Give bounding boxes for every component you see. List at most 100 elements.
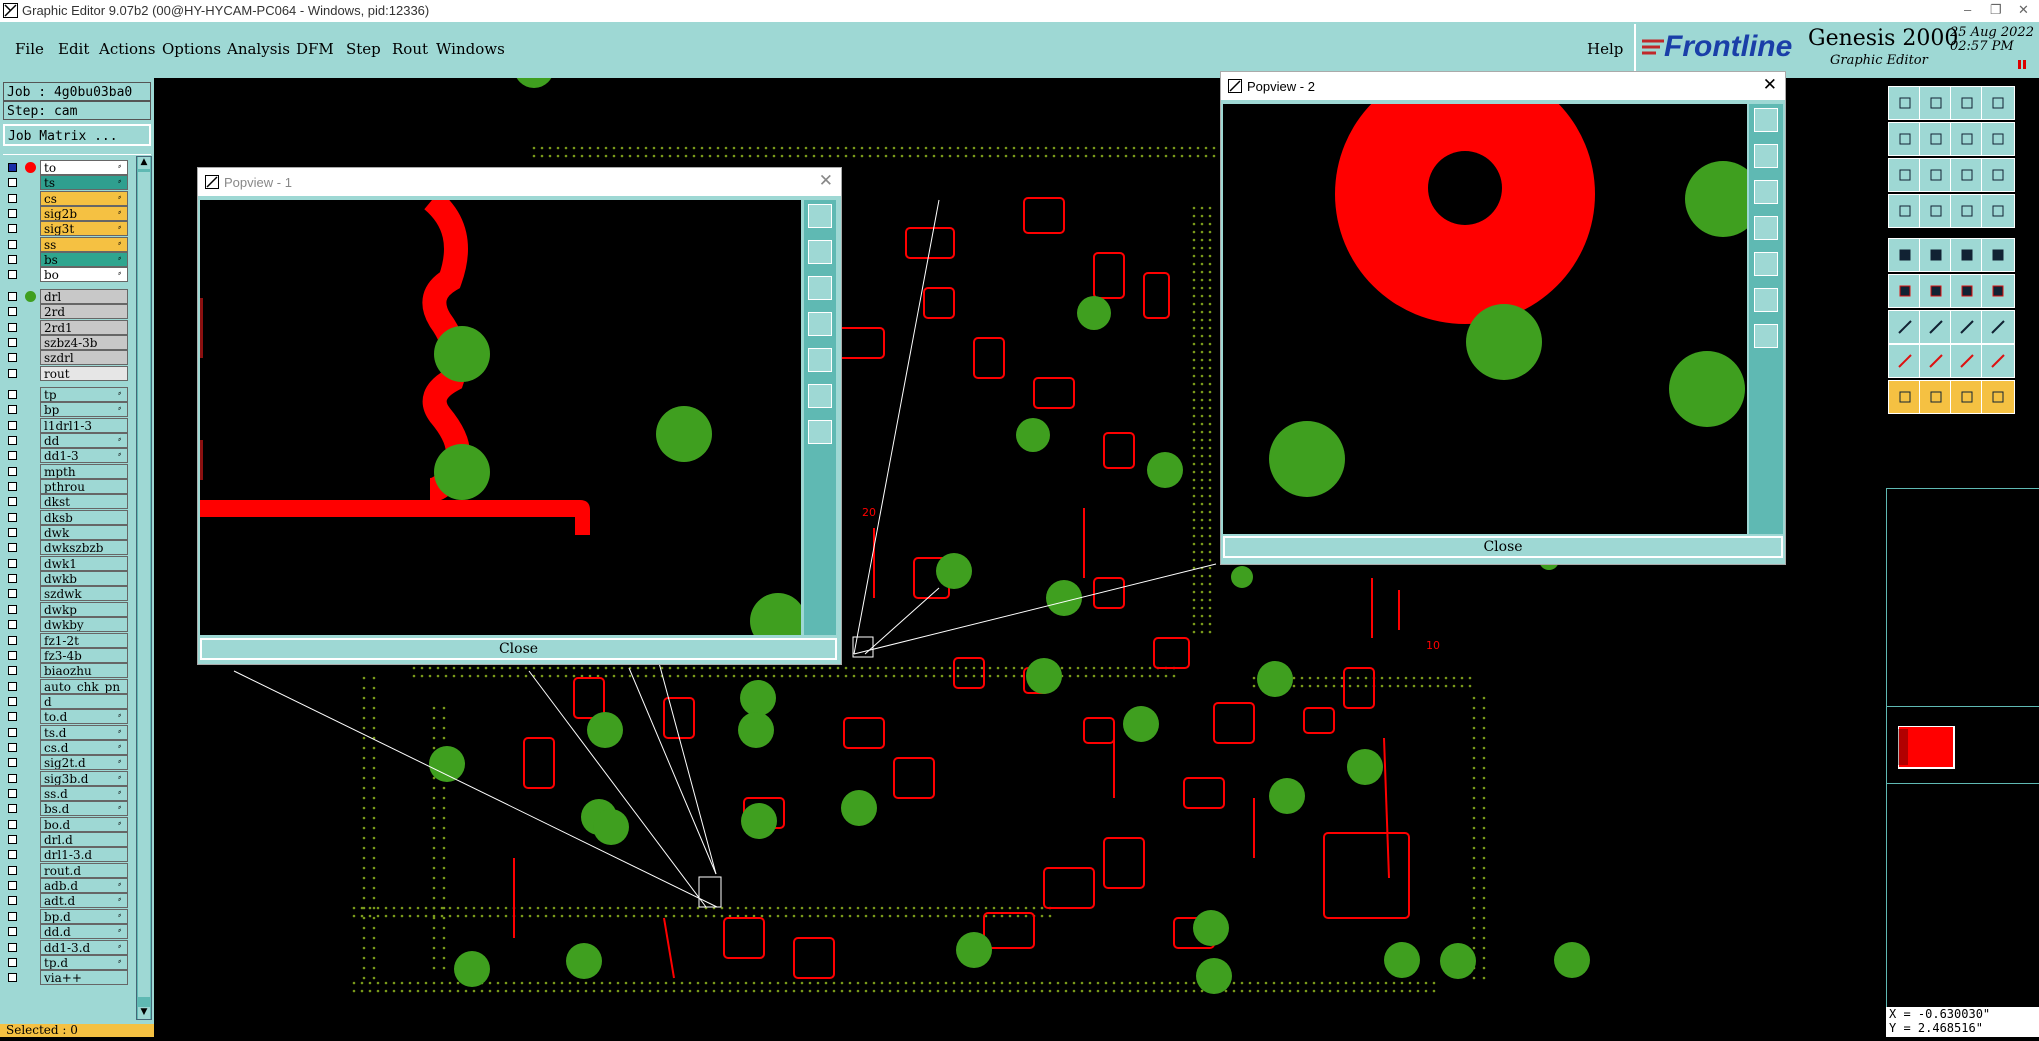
menu-help[interactable]: Help (1587, 40, 1623, 58)
layer-checkbox[interactable] (8, 896, 17, 906)
layer-label[interactable]: sig2b (40, 206, 128, 222)
layer-row-drl1-3.d[interactable]: drl1-3.d (4, 847, 128, 863)
layer-label[interactable]: szdwk (40, 586, 128, 602)
layer-row-ss.d[interactable]: ss.d ⸗ (4, 786, 128, 801)
snap-icon[interactable] (1981, 194, 2015, 228)
select-box-icon[interactable] (1888, 344, 1922, 378)
layer-row-cs.d[interactable]: cs.d ⸗ (4, 739, 128, 755)
menu-analysis[interactable]: Analysis (227, 40, 290, 58)
save-job-icon[interactable] (1919, 86, 1953, 120)
layer-row-dd.d[interactable]: dd.d ⸗ (4, 924, 128, 940)
add-pad-icon[interactable] (1950, 274, 1984, 308)
layer-checkbox[interactable] (8, 942, 17, 952)
layer-label[interactable]: ss.d (40, 786, 128, 801)
layer-label[interactable]: to (40, 160, 128, 175)
close-window-button[interactable]: ✕ (2018, 2, 2029, 18)
layer-row-pthrou[interactable]: pthrou (4, 479, 128, 494)
layer-row-adt.d[interactable]: adt.d ⸗ (4, 893, 128, 909)
layer-checkbox[interactable] (8, 368, 17, 378)
layer-label[interactable]: cs.d (40, 739, 128, 755)
layer-label[interactable]: biaozhu (40, 663, 128, 679)
layer-checkbox[interactable] (8, 389, 17, 399)
layer-label[interactable]: bo.d (40, 816, 128, 832)
job-matrix-button[interactable]: Job Matrix ... (3, 124, 151, 146)
layer-label[interactable]: dwkby (40, 617, 128, 633)
list-icon[interactable] (1981, 86, 2015, 120)
layer-row-l1drl1-3[interactable]: l1drl1-3 (4, 417, 128, 433)
layer-label[interactable]: dd.d (40, 924, 128, 940)
layer-row-adb.d[interactable]: adb.d ⸗ (4, 878, 128, 894)
layer-label[interactable]: rout (40, 365, 128, 381)
layer-checkbox[interactable] (8, 865, 17, 875)
popview-fit-icon[interactable] (1754, 288, 1778, 312)
layer-checkbox[interactable] (8, 239, 17, 249)
layer-row-drl.d[interactable]: drl.d (4, 832, 128, 848)
draw-b-icon[interactable] (1919, 380, 1953, 414)
clear-icon[interactable] (1888, 238, 1922, 272)
layer-label[interactable]: l1drl1-3 (40, 417, 128, 433)
layer-label[interactable]: rout.d (40, 862, 128, 878)
layer-checkbox[interactable] (8, 528, 17, 538)
layer-label[interactable]: auto_chk_pn (40, 678, 128, 694)
menu-dfm[interactable]: DFM (296, 40, 334, 58)
layer-label[interactable]: bo (40, 267, 128, 283)
layer-checkbox[interactable] (8, 512, 17, 522)
popview-2-close-button[interactable]: Close (1223, 536, 1783, 558)
layer-checkbox[interactable] (8, 558, 17, 568)
cross-icon[interactable] (1919, 274, 1953, 308)
layer-row-ts[interactable]: ts ⸗ (4, 175, 128, 191)
layer-checkbox[interactable] (8, 927, 17, 937)
layer-checkbox[interactable] (8, 604, 17, 614)
layer-checkbox[interactable] (8, 789, 17, 798)
layer-label[interactable]: ss (40, 236, 128, 252)
layer-checkbox[interactable] (8, 881, 17, 891)
popview-zoom-in-icon[interactable] (808, 240, 832, 264)
layer-label[interactable]: ts.d (40, 724, 128, 740)
layer-row-via++[interactable]: via++ (4, 970, 128, 986)
layer-checkbox[interactable] (8, 435, 17, 445)
layer-checkbox[interactable] (8, 193, 17, 203)
popview-fit-icon[interactable] (808, 384, 832, 408)
home-icon[interactable] (1950, 86, 1984, 120)
layer-row-fz3-4b[interactable]: fz3-4b (4, 647, 128, 663)
layer-label[interactable]: to.d (40, 709, 128, 725)
layer-checkbox[interactable] (8, 804, 17, 814)
popview-1-viewport[interactable] (200, 200, 801, 635)
layer-label[interactable]: fz3-4b (40, 647, 128, 663)
layer-checkbox[interactable] (8, 957, 17, 967)
layer-checkbox[interactable] (8, 589, 17, 599)
line-icon[interactable] (1950, 238, 1984, 272)
layer-checkbox[interactable] (8, 451, 17, 461)
layer-label[interactable]: drl1-3.d (40, 847, 128, 863)
layer-label[interactable]: dwkp (40, 601, 128, 617)
draw-c-icon[interactable] (1950, 380, 1984, 414)
layer-scrollbar[interactable]: ▲ ▼ (136, 156, 152, 1020)
layer-label[interactable]: szdrl (40, 350, 128, 366)
layer-row-bo.d[interactable]: bo.d ⸗ (4, 816, 128, 832)
pan-icon[interactable] (1919, 158, 1953, 192)
layer-label[interactable]: dd1-3 (40, 448, 128, 464)
layer-checkbox[interactable] (8, 635, 17, 645)
layer-row-sig2b[interactable]: sig2b ⸗ (4, 206, 128, 222)
menu-file[interactable]: File (15, 40, 44, 58)
layer-checkbox[interactable] (8, 973, 17, 983)
layer-label[interactable]: fz1-2t (40, 632, 128, 648)
layer-checkbox[interactable] (8, 819, 17, 829)
layer-checkbox[interactable] (8, 209, 17, 219)
layer-row-dd[interactable]: dd ⸗ (4, 432, 128, 448)
layer-label[interactable]: dksb (40, 509, 128, 525)
popview-zoom-home-icon[interactable] (1754, 108, 1778, 132)
popview-pan-right-icon[interactable] (808, 348, 832, 372)
layer-label[interactable]: adt.d (40, 893, 128, 909)
layer-row-fz1-2t[interactable]: fz1-2t (4, 632, 128, 648)
popview-zoom-out-icon[interactable] (1754, 180, 1778, 204)
layer-label[interactable]: dwk1 (40, 555, 128, 571)
layer-checkbox[interactable] (8, 666, 17, 676)
popview-zoom-out-icon[interactable] (808, 276, 832, 300)
layer-checkbox[interactable] (8, 224, 17, 234)
layer-row-rout.d[interactable]: rout.d (4, 862, 128, 878)
layer-label[interactable]: szbz4-3b (40, 334, 128, 350)
layer-label[interactable]: tp.d (40, 954, 128, 970)
layer-label[interactable]: d (40, 693, 128, 709)
layer-checkbox[interactable] (8, 466, 17, 476)
